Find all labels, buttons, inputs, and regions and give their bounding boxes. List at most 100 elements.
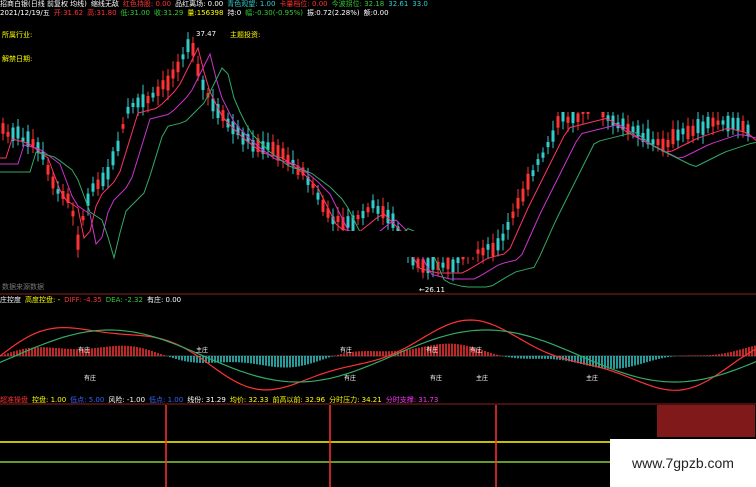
candle-body (191, 42, 195, 56)
candle-body (196, 63, 200, 76)
candle-body (551, 130, 555, 142)
candle-body (156, 86, 160, 96)
bottom-header-item: 超准操盘 (0, 396, 28, 404)
header-row1-item: 品红离场: 0.00 (175, 0, 224, 8)
candle-body (101, 172, 105, 187)
candle-body (201, 79, 205, 91)
candle-body (561, 111, 565, 122)
candle-body (656, 139, 660, 146)
bottom-header-item: 前高以前: 32.96 (272, 396, 326, 404)
candle-body (271, 141, 275, 155)
bottom-header-item: 低点: 5.00 (70, 396, 105, 404)
theme-label: 主题投资: (230, 31, 261, 39)
macd-tag: 有庄 (430, 374, 442, 382)
candle-body (356, 214, 360, 220)
macd-tag: 主庄 (196, 346, 208, 354)
candle-body (741, 120, 745, 132)
candle-body (521, 188, 525, 202)
header-row2-item: 额:0.00 (363, 9, 389, 17)
candle-body (671, 129, 675, 145)
candle-body (181, 54, 185, 60)
candle-body (651, 139, 655, 145)
candle-body (111, 151, 115, 166)
macd-header-item: 高度控盘: - (25, 296, 61, 304)
header-row1-item: 卡量档位: 0.00 (279, 0, 328, 8)
candle-body (441, 262, 445, 268)
candle-body (706, 116, 710, 129)
header-row2-item: 量:156398 (187, 9, 224, 17)
candle-body (146, 96, 150, 104)
redacted-area-top (428, 0, 756, 112)
header-row1-item: 缩线无敌 (90, 0, 119, 8)
candle-body (721, 120, 725, 125)
candle-body (361, 211, 365, 219)
candle-body (286, 154, 290, 166)
candle-body (686, 125, 690, 140)
bottom-header-item: 低点: 1.00 (149, 396, 184, 404)
macd-tag: 主庄 (476, 374, 488, 382)
macd-tag: 有庄 (470, 346, 482, 354)
candle-body (536, 159, 540, 165)
chart-footer-text: 数据来源数据 (2, 283, 44, 291)
header-row-2: 2021/12/19/五 开:31.62 高:31.80 低:31.00 收:31.29… (0, 9, 393, 18)
bottom-header-item: 风险: -1.00 (108, 396, 146, 404)
candle-body (481, 247, 485, 256)
candle-body (106, 166, 110, 180)
header-row1-item: 今波拐位: 32.18 (331, 0, 385, 8)
candle-body (116, 140, 120, 152)
candle-body (171, 69, 175, 79)
macd-header-item: DIFF: -4.35 (64, 296, 102, 304)
candle-body (371, 200, 375, 209)
header-row1-item: 青色观望: 1.00 (227, 0, 276, 8)
header-row2-item: 开:31.62 (53, 9, 84, 17)
candle-body (1, 123, 5, 134)
candle-body (546, 141, 550, 148)
candle-body (576, 113, 580, 123)
candle-body (126, 106, 130, 114)
date-label: 解禁日期: (2, 55, 33, 63)
candle-body (716, 120, 720, 125)
candle-body (506, 221, 510, 230)
candle-body (541, 152, 545, 158)
header-row2-item: 持:0 (227, 9, 242, 17)
candle-body (571, 111, 575, 124)
candle-body (711, 117, 715, 127)
candle-body (16, 126, 20, 139)
macd-tag: 有庄 (84, 374, 96, 382)
bottom-header-item: 线份: 31.29 (187, 396, 226, 404)
macd-tag: 有庄 (78, 346, 90, 354)
candle-body (526, 173, 530, 190)
candle-body (121, 124, 125, 129)
bottom-header: 超准操盘 控盘: 1.00 低点: 5.00 风险: -1.00 低点: 1.00 线份:… (0, 396, 442, 405)
high-price-label: 37.47 (196, 30, 217, 38)
candle-body (556, 116, 560, 128)
candle-body (731, 117, 735, 130)
header-row1-item: 招商白银(日线 前复权 均线) (0, 0, 87, 8)
candle-body (666, 139, 670, 148)
candle-body (631, 126, 635, 132)
candle-body (81, 215, 85, 221)
candle-body (91, 183, 95, 192)
candle-body (366, 207, 370, 213)
candle-body (176, 61, 180, 73)
macd-tag: 有庄 (344, 374, 356, 382)
candle-body (56, 189, 60, 194)
header-row2-item: 收:31.29 (153, 9, 184, 17)
candle-body (681, 128, 685, 135)
candle-body (456, 257, 460, 264)
macd-header-item: 有庄: 0.00 (146, 296, 182, 304)
candle-body (476, 249, 480, 254)
macd-header-item: DEA: -2.32 (105, 296, 143, 304)
bottom-header-item: 分时压力: 34.21 (329, 396, 382, 404)
candle-body (186, 39, 190, 53)
macd-header: 庄控度 高度控盘: - DIFF: -4.35 DEA: -2.32 有庄: 0.00 (0, 296, 185, 305)
candle-body (166, 75, 170, 91)
candle-body (131, 102, 135, 107)
candle-body (51, 176, 55, 189)
candle-body (431, 256, 435, 270)
candle-body (96, 179, 100, 189)
candle-body (701, 121, 705, 135)
header-row2-item: 低:31.00 (120, 9, 150, 17)
low-price-label: ←26.11 (419, 286, 445, 294)
bottom-header-item: 分时支撑: 31.73 (385, 396, 439, 404)
